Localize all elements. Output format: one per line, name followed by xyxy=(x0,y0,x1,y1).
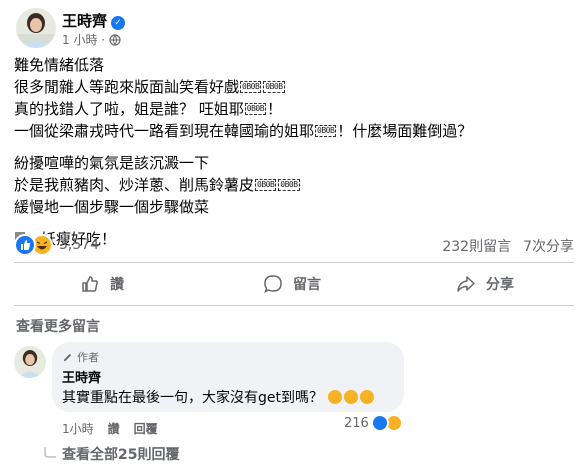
comment-time[interactable]: 1小時 xyxy=(62,420,94,437)
share-label: 分享 xyxy=(486,277,514,293)
commenter-avatar[interactable] xyxy=(14,346,46,378)
post-author-row: 王時齊 ✓ xyxy=(62,10,126,31)
emoji-placeholder: 0B0B xyxy=(315,125,337,137)
post-line: 難免情緒低落 xyxy=(14,56,105,74)
reply-thread-icon xyxy=(44,447,56,458)
post-line: 緩慢地一個步驟一個步驟做菜 xyxy=(14,198,210,216)
view-replies-link: 查看全部25則回覆 xyxy=(62,447,180,463)
comment-bubble: 作者 王時齊 其實重點在最後一句，大家沒有get到嗎？ xyxy=(52,342,404,412)
comment-bubble-icon xyxy=(264,275,282,293)
share-count-link[interactable]: 7次分享 xyxy=(523,236,574,256)
comment-text-row: 其實重點在最後一句，大家沒有get到嗎？ xyxy=(62,387,374,407)
laughing-emoji-icon xyxy=(360,390,374,404)
author-badge: 作者 xyxy=(62,349,99,365)
post-line: 一個從梁肅戎時代一路看到現在韓國瑜的姐耶 0B0B ！什麼場面難倒過？ xyxy=(14,120,574,142)
avatar-photo xyxy=(16,8,56,48)
emoji-placeholder: 0B0B xyxy=(278,179,300,191)
comment-actions: 1小時 讚 回覆 xyxy=(62,420,158,437)
comment-author[interactable]: 王時齊 xyxy=(62,367,101,386)
emoji-placeholder: 0B0B xyxy=(255,179,277,191)
post-line-text: 真的找錯人了啦，姐是誰？ 㕵姐耶 xyxy=(14,100,244,118)
comment-button[interactable]: 留言 xyxy=(263,274,321,294)
laughing-emoji-icon xyxy=(328,390,342,404)
post-line-text: 於是我煎豬肉、炒洋蔥、削馬鈴薯皮 xyxy=(14,176,255,194)
view-more-comments[interactable]: 查看更多留言 xyxy=(16,316,100,336)
reaction-count[interactable]: 3,574 xyxy=(59,237,99,253)
comment-reply-button[interactable]: 回覆 xyxy=(134,420,158,437)
post-line: 真的找錯人了啦，姐是誰？ 㕵姐耶 0B0B！ xyxy=(14,100,283,118)
post-time[interactable]: 1 小時 · xyxy=(62,31,105,48)
comment-reactions[interactable]: 216 xyxy=(344,414,403,432)
like-label: 讚 xyxy=(110,277,124,293)
emoji-placeholder: 0B0B xyxy=(263,81,285,93)
post-author-name[interactable]: 王時齊 xyxy=(62,12,107,30)
share-button[interactable]: 分享 xyxy=(456,274,514,294)
author-badge-label: 作者 xyxy=(77,351,99,364)
post-line: 於是我煎豬肉、炒洋蔥、削馬鈴薯皮 0B0B 0B0B xyxy=(14,174,574,196)
post-line: 紛擾喧嘩的氣氛是該沉澱一下 xyxy=(14,154,210,172)
like-button[interactable]: 讚 xyxy=(80,274,124,294)
author-avatar[interactable] xyxy=(16,8,56,48)
post-line-text: 很多閒雜人等跑來版面訕笑看好戲 xyxy=(14,78,240,96)
pencil-icon xyxy=(63,353,72,361)
comment-like-button[interactable]: 讚 xyxy=(108,420,120,437)
post-line: 很多閒雜人等跑來版面訕笑看好戲 0B0B 0B0B xyxy=(14,76,574,98)
post-stats: 232則留言 7次分享 xyxy=(442,236,574,256)
divider xyxy=(14,262,574,263)
globe-icon xyxy=(109,33,121,46)
post-line-text: ！什麼場面難倒過？ xyxy=(337,122,473,140)
emoji-placeholder: 0B0B xyxy=(240,81,262,93)
like-reaction-icon xyxy=(14,234,36,256)
post-line-text: 一個從梁肅戎時代一路看到現在韓國瑜的姐耶 xyxy=(14,122,315,140)
comment-text: 其實重點在最後一句，大家沒有get到嗎？ xyxy=(62,390,323,406)
laughing-emoji-icon xyxy=(344,390,358,404)
post-body: 難免情緒低落 很多閒雜人等跑來版面訕笑看好戲 0B0B 0B0B 真的找錯人了啦，姐… xyxy=(14,54,574,250)
like-reaction-icon xyxy=(370,414,389,432)
comment-label: 留言 xyxy=(293,277,321,293)
comment-count-link[interactable]: 232則留言 xyxy=(442,236,511,256)
reaction-summary[interactable]: 3,574 xyxy=(14,234,99,256)
emoji-placeholder: 0B0B xyxy=(244,103,267,115)
view-replies-row[interactable]: 查看全部25則回覆 xyxy=(44,444,179,464)
verified-badge-icon: ✓ xyxy=(111,16,126,30)
divider xyxy=(14,305,574,306)
post-meta: 1 小時 · xyxy=(62,31,121,48)
share-arrow-icon xyxy=(457,276,475,292)
comment-reaction-count: 216 xyxy=(344,415,369,431)
avatar-photo xyxy=(14,346,46,378)
thumbs-up-icon xyxy=(82,276,98,292)
